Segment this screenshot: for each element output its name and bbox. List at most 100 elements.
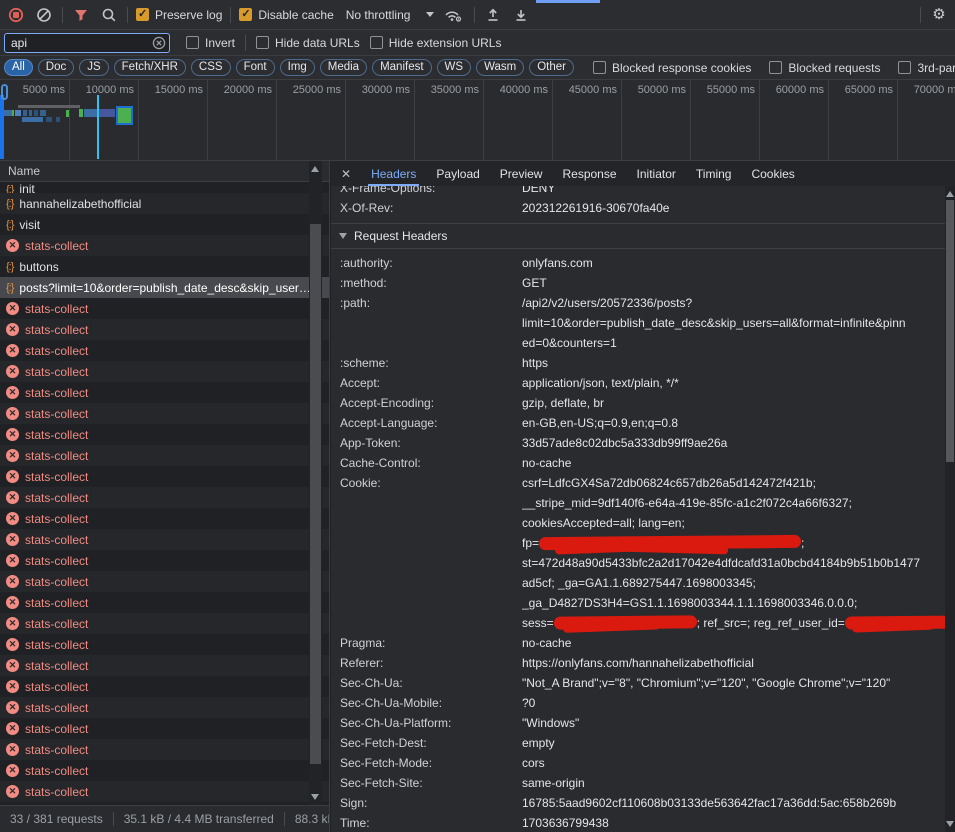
request-row[interactable]: ✕stats-collect: [0, 487, 329, 508]
tab-preview[interactable]: Preview: [500, 161, 543, 186]
request-row[interactable]: ✕stats-collect: [0, 613, 329, 634]
request-row[interactable]: ✕stats-collect: [0, 781, 329, 802]
request-row[interactable]: ✕stats-collect: [0, 718, 329, 739]
request-row[interactable]: {:}visit: [0, 214, 329, 235]
blocked-response-cookies-checkbox[interactable]: [593, 61, 606, 74]
header-key: Cache-Control:: [331, 453, 522, 473]
tab-cookies[interactable]: Cookies: [751, 161, 794, 186]
clear-filter-icon[interactable]: [152, 36, 166, 50]
request-row[interactable]: ✕stats-collect: [0, 739, 329, 760]
search-button[interactable]: [99, 5, 119, 25]
request-row[interactable]: {:}posts?limit=10&order=publish_date_des…: [0, 277, 329, 298]
filter-pill-js[interactable]: JS: [79, 59, 108, 76]
request-row[interactable]: ✕stats-collect: [0, 445, 329, 466]
request-row[interactable]: ✕stats-collect: [0, 382, 329, 403]
3rd-party-requests-checkbox[interactable]: [898, 61, 911, 74]
filter-pill-css[interactable]: CSS: [191, 59, 231, 76]
status-separator: [284, 812, 285, 826]
status-separator: [113, 812, 114, 826]
request-row[interactable]: {:}hannahelizabethofficial: [0, 193, 329, 214]
network-overview[interactable]: 5000 ms10000 ms15000 ms20000 ms25000 ms3…: [0, 80, 955, 161]
request-row[interactable]: ✕stats-collect: [0, 466, 329, 487]
request-row[interactable]: {:}init: [0, 182, 329, 193]
header-key: Sec-Ch-Ua-Platform:: [331, 713, 522, 733]
scroll-up-icon[interactable]: [311, 166, 319, 172]
filter-pill-fetch-xhr[interactable]: Fetch/XHR: [114, 59, 186, 76]
import-har-button[interactable]: [483, 5, 503, 25]
invert-checkbox[interactable]: [186, 36, 199, 49]
hide-extension-urls-checkbox[interactable]: [370, 36, 383, 49]
filter-pill-media[interactable]: Media: [320, 59, 367, 76]
scrollbar-thumb[interactable]: [946, 200, 954, 462]
request-row[interactable]: ✕stats-collect: [0, 634, 329, 655]
request-row[interactable]: ✕stats-collect: [0, 424, 329, 445]
filter-pill-other[interactable]: Other: [529, 59, 574, 76]
record-button[interactable]: [6, 5, 26, 25]
request-row[interactable]: ✕stats-collect: [0, 571, 329, 592]
request-row[interactable]: ✕stats-collect: [0, 529, 329, 550]
export-har-button[interactable]: [511, 5, 531, 25]
request-name: stats-collect: [25, 680, 88, 694]
settings-button[interactable]: ⚙: [929, 5, 949, 25]
request-row[interactable]: ✕stats-collect: [0, 235, 329, 256]
filter-pill-manifest[interactable]: Manifest: [372, 59, 431, 76]
filter-pill-font[interactable]: Font: [236, 59, 275, 76]
overview-selection-handle[interactable]: [1, 84, 8, 100]
error-icon: ✕: [6, 344, 19, 357]
tab-timing[interactable]: Timing: [696, 161, 732, 186]
name-column-header[interactable]: Name: [0, 161, 329, 182]
tab-payload[interactable]: Payload: [436, 161, 479, 186]
tab-headers[interactable]: Headers: [371, 161, 416, 186]
request-name: stats-collect: [25, 554, 88, 568]
block-icon: [36, 7, 52, 23]
throttling-select[interactable]: No throttling: [346, 8, 435, 22]
request-row[interactable]: ✕stats-collect: [0, 508, 329, 529]
upload-icon: [485, 7, 501, 23]
request-row[interactable]: ✕stats-collect: [0, 697, 329, 718]
preserve-log-checkbox[interactable]: [136, 8, 149, 21]
request-row[interactable]: ✕stats-collect: [0, 319, 329, 340]
scroll-up-icon[interactable]: [946, 191, 954, 197]
scrollbar-thumb[interactable]: [310, 224, 321, 764]
tab-initiator[interactable]: Initiator: [637, 161, 676, 186]
hide-data-urls-checkbox[interactable]: [256, 36, 269, 49]
header-key: Sec-Fetch-Dest:: [331, 733, 522, 753]
request-row[interactable]: ✕stats-collect: [0, 550, 329, 571]
transferred-size: 35.1 kB / 4.4 MB transferred: [124, 812, 274, 826]
request-row[interactable]: ✕stats-collect: [0, 676, 329, 697]
header-value: no-cache: [522, 633, 955, 653]
requests-scrollbar[interactable]: [309, 161, 322, 805]
request-row[interactable]: ✕stats-collect: [0, 340, 329, 361]
request-row[interactable]: {:}buttons: [0, 256, 329, 277]
filter-input[interactable]: [4, 33, 170, 53]
request-row[interactable]: ✕stats-collect: [0, 403, 329, 424]
request-name: stats-collect: [25, 638, 88, 652]
request-row[interactable]: ✕stats-collect: [0, 298, 329, 319]
tab-response[interactable]: Response: [562, 161, 616, 186]
scroll-down-icon[interactable]: [946, 821, 954, 827]
header-row: Accept:application/json, text/plain, */*: [331, 373, 955, 393]
close-icon[interactable]: ✕: [341, 167, 351, 181]
filter-pill-img[interactable]: Img: [280, 59, 315, 76]
request-row[interactable]: ✕stats-collect: [0, 361, 329, 382]
request-row[interactable]: ✕stats-collect: [0, 592, 329, 613]
clear-button[interactable]: [34, 5, 54, 25]
request-headers-section-toggle[interactable]: Request Headers: [331, 223, 955, 249]
fetch-xhr-icon: {:}: [6, 198, 13, 210]
details-scrollbar[interactable]: [945, 186, 955, 832]
filter-button[interactable]: [71, 5, 91, 25]
request-name: stats-collect: [25, 722, 88, 736]
blocked-requests-checkbox[interactable]: [769, 61, 782, 74]
filter-pill-wasm[interactable]: Wasm: [476, 59, 524, 76]
resources-size: 88.3 kB: [295, 812, 329, 826]
request-row[interactable]: ✕stats-collect: [0, 760, 329, 781]
error-icon: ✕: [6, 302, 19, 315]
header-key: Sec-Ch-Ua-Mobile:: [331, 693, 522, 713]
filter-pill-doc[interactable]: Doc: [38, 59, 74, 76]
filter-pill-all[interactable]: All: [4, 59, 33, 76]
disable-cache-checkbox[interactable]: [239, 8, 252, 21]
filter-pill-ws[interactable]: WS: [437, 59, 472, 76]
network-conditions-button[interactable]: [442, 5, 466, 25]
scroll-down-icon[interactable]: [311, 794, 319, 800]
request-row[interactable]: ✕stats-collect: [0, 655, 329, 676]
